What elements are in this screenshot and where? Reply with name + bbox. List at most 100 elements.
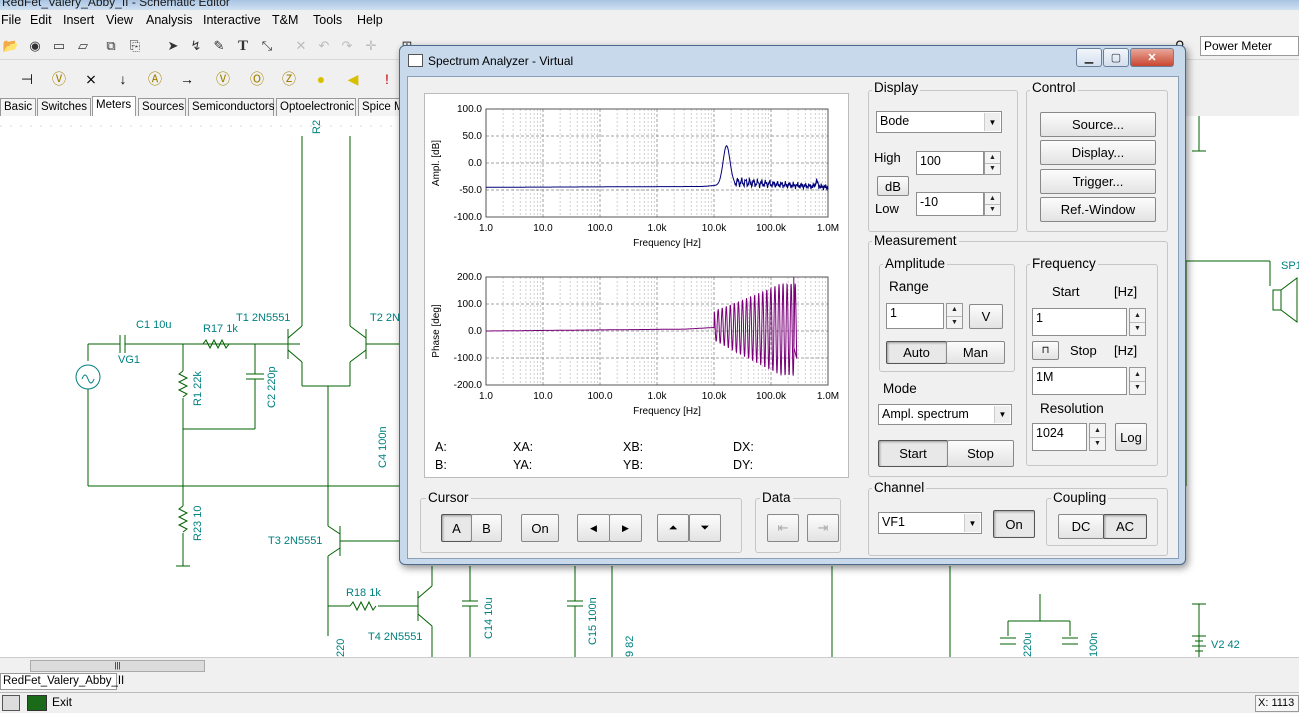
maximize-icon[interactable]: ▢ xyxy=(1103,48,1129,67)
undo-icon[interactable]: ↶ xyxy=(313,35,335,57)
manual-range-button[interactable]: Man xyxy=(946,341,1005,364)
low-stepper[interactable]: ▲ ▼ xyxy=(984,192,1001,216)
x-tick-label: 10.0k xyxy=(702,391,727,402)
menu-tools[interactable]: Tools xyxy=(313,13,342,27)
menu-view[interactable]: View xyxy=(106,13,133,27)
pencil-icon[interactable]: ✎ xyxy=(208,35,230,57)
label-c4: C4 100n xyxy=(377,426,389,468)
menu-analysis[interactable]: Analysis xyxy=(146,13,193,27)
range-input[interactable]: 1 xyxy=(886,303,944,329)
y-tick-label: 200.0 xyxy=(457,272,482,283)
menu-interactive[interactable]: Interactive xyxy=(203,13,261,27)
tab-semiconductors[interactable]: Semiconductors xyxy=(188,98,274,116)
oscilloscope-icon[interactable] xyxy=(27,695,47,711)
speaker-icon[interactable]: ◀ xyxy=(338,64,368,94)
current-arrow-icon[interactable]: → xyxy=(172,64,202,94)
lamp-icon[interactable]: ● xyxy=(306,64,336,94)
node-tool-icon[interactable]: ⤡ xyxy=(256,35,278,57)
document-tab[interactable]: RedFet_Valery_Abby_II xyxy=(0,673,124,690)
display-settings-button[interactable]: Display... xyxy=(1040,140,1156,165)
low-input[interactable]: -10 xyxy=(916,192,984,216)
coupling-ac-button[interactable]: AC xyxy=(1103,514,1147,539)
freq-stop-stepper[interactable]: ▲ ▼ xyxy=(1129,367,1146,395)
voltage-probe-icon[interactable]: Ⓥ xyxy=(208,64,238,94)
tab-switches[interactable]: Switches xyxy=(37,98,91,116)
arrow-down-icon[interactable]: ↓ xyxy=(108,64,138,94)
auto-range-button[interactable]: Auto xyxy=(886,341,947,364)
freq-start-input[interactable]: 1 xyxy=(1032,308,1127,336)
cursor-b-button[interactable]: B xyxy=(471,514,502,542)
globe-icon[interactable]: ◉ xyxy=(24,35,46,57)
open-folder-icon[interactable]: 📂 xyxy=(0,35,22,57)
component-selector[interactable]: Power Meter xyxy=(1200,36,1299,56)
freq-start-stepper[interactable]: ▲ ▼ xyxy=(1129,308,1146,336)
tab-sources[interactable]: Sources xyxy=(138,98,186,116)
ohmmeter-icon[interactable]: Ⓞ xyxy=(242,64,272,94)
stop-button[interactable]: Stop xyxy=(947,440,1014,467)
cursor-up-icon[interactable]: ⏶ xyxy=(657,514,689,542)
range-stepper[interactable]: ▲ ▼ xyxy=(946,303,963,329)
mode-icon[interactable] xyxy=(2,695,20,711)
menu-file[interactable]: File xyxy=(1,13,21,27)
channel-on-button[interactable]: On xyxy=(993,510,1035,538)
resolution-stepper[interactable]: ▲ ▼ xyxy=(1089,423,1106,451)
text-tool-icon[interactable]: T xyxy=(232,35,254,57)
voltmeter-icon[interactable]: Ⓥ xyxy=(44,64,74,94)
crosshair-icon[interactable]: ✛ xyxy=(360,35,382,57)
cursor-a-button[interactable]: A xyxy=(441,514,472,542)
menu-insert[interactable]: Insert xyxy=(63,13,94,27)
select-arrow-icon[interactable]: ➤ xyxy=(162,35,184,57)
spin-up-icon: ▲ xyxy=(985,152,1000,164)
impedance-meter-icon[interactable]: Ⓩ xyxy=(274,64,304,94)
freq-stop-input[interactable]: 1M xyxy=(1032,367,1127,395)
tab-spice[interactable]: Spice M xyxy=(358,98,404,116)
tab-optoelectronic[interactable]: Optoelectronic xyxy=(276,98,356,116)
menu-help[interactable]: Help xyxy=(357,13,383,27)
ammeter-icon[interactable]: Ⓐ xyxy=(140,64,170,94)
db-button[interactable]: dB xyxy=(877,176,909,196)
minimize-icon[interactable]: ▁ xyxy=(1076,48,1102,67)
cursor-on-button[interactable]: On xyxy=(521,514,559,542)
exit-button[interactable]: Exit xyxy=(52,695,72,709)
cursor-right-icon[interactable]: ▶ xyxy=(609,514,642,542)
paste-icon[interactable]: ⎘ xyxy=(124,35,146,57)
high-stepper[interactable]: ▲ ▼ xyxy=(984,151,1001,175)
copy-icon[interactable]: ⧉ xyxy=(100,35,122,57)
wire-tool-icon[interactable]: ↯ xyxy=(185,35,207,57)
coupling-dc-button[interactable]: DC xyxy=(1058,514,1104,539)
menu-tm[interactable]: T&M xyxy=(272,13,298,27)
open-icon[interactable]: ▱ xyxy=(72,35,94,57)
horizontal-scrollbar[interactable]: ||| xyxy=(0,657,1299,673)
tab-meters[interactable]: Meters xyxy=(92,96,136,116)
log-button[interactable]: Log xyxy=(1115,423,1147,451)
save-icon[interactable]: ▭ xyxy=(48,35,70,57)
scroll-thumb[interactable]: ||| xyxy=(30,660,205,672)
cursor-dy-readout: DY: xyxy=(733,458,754,472)
tab-basic[interactable]: Basic xyxy=(0,98,36,116)
redo-icon[interactable]: ↷ xyxy=(336,35,358,57)
ground-symbol-icon[interactable]: ⊣ xyxy=(12,64,42,94)
display-mode-select[interactable]: Bode ▼ xyxy=(876,111,1002,133)
mode-select[interactable]: Ampl. spectrum ▼ xyxy=(878,404,1012,425)
probe-pin-icon[interactable]: ǃ xyxy=(372,64,402,94)
label-sp1: SP1 xyxy=(1281,260,1299,272)
trigger-button[interactable]: Trigger... xyxy=(1040,169,1156,194)
label-vg1: VG1 xyxy=(118,354,140,366)
cursor-down-icon[interactable]: ⏷ xyxy=(689,514,721,542)
link-frequency-icon[interactable]: ⊓ xyxy=(1032,341,1059,360)
source-button[interactable]: Source... xyxy=(1040,112,1156,137)
data-export-icon[interactable]: ⇥ xyxy=(807,514,839,542)
resolution-input[interactable]: 1024 xyxy=(1032,423,1087,451)
ref-window-button[interactable]: Ref.-Window xyxy=(1040,197,1156,222)
menu-edit[interactable]: Edit xyxy=(30,13,52,27)
unit-v-button[interactable]: V xyxy=(969,304,1003,329)
data-import-icon[interactable]: ⇤ xyxy=(767,514,799,542)
high-input[interactable]: 100 xyxy=(916,151,984,175)
switch-icon[interactable]: ⨯ xyxy=(76,64,106,94)
label-r1: R1 22k xyxy=(192,371,204,406)
start-button[interactable]: Start xyxy=(878,440,948,467)
cursor-left-icon[interactable]: ◀ xyxy=(577,514,610,542)
channel-select[interactable]: VF1 ▼ xyxy=(878,512,982,534)
close-icon[interactable]: ✕ xyxy=(1130,48,1174,67)
delete-icon[interactable]: ✕ xyxy=(290,35,312,57)
